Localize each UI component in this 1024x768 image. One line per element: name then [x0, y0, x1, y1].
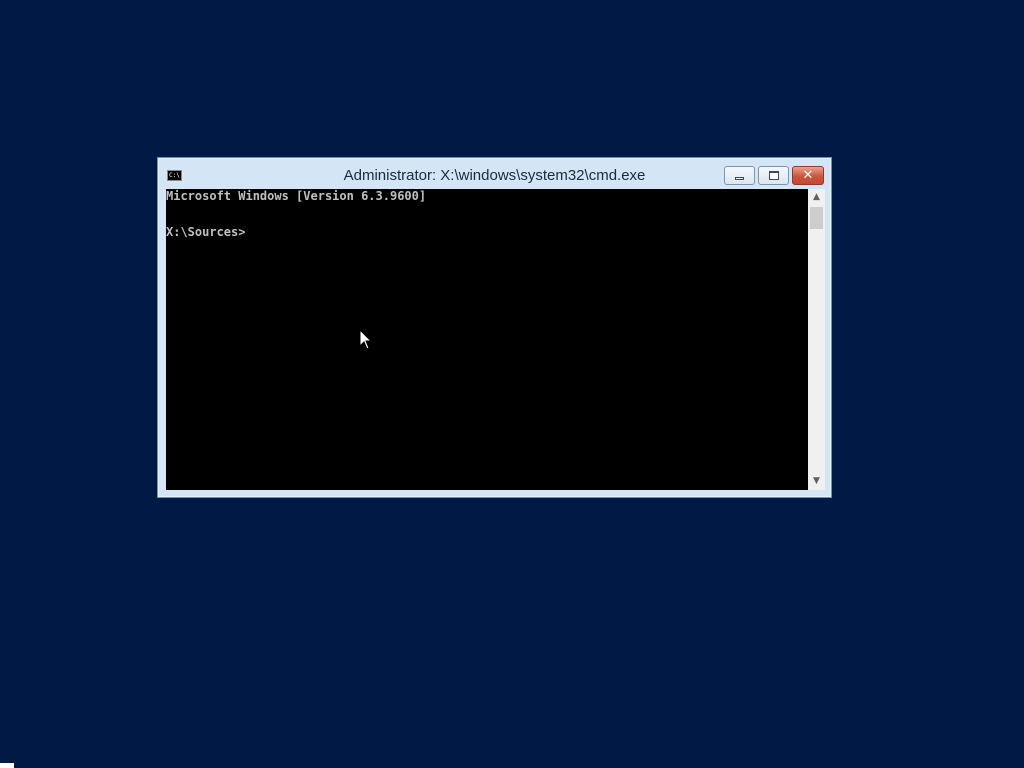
console-prompt[interactable]: X:\Sources> [166, 225, 245, 239]
scroll-up-arrow-icon[interactable]: ▲ [808, 189, 825, 206]
maximize-icon [769, 171, 779, 180]
minimize-icon [735, 177, 744, 180]
close-button[interactable]: ✕ [792, 166, 824, 185]
corner-mark [0, 763, 14, 768]
scroll-down-arrow-icon[interactable]: ▼ [808, 473, 825, 490]
scroll-thumb[interactable] [810, 207, 823, 229]
minimize-button[interactable] [724, 166, 755, 185]
close-icon: ✕ [802, 168, 814, 183]
console-line-version: Microsoft Windows [Version 6.3.9600] [166, 189, 427, 203]
title-bar[interactable]: C:\ Administrator: X:\windows\system32\c… [158, 158, 831, 188]
maximize-button[interactable] [758, 166, 789, 185]
vertical-scrollbar[interactable]: ▲ ▼ [808, 189, 825, 490]
console-output[interactable]: Microsoft Windows [Version 6.3.9600] X:\… [166, 189, 808, 490]
cmd-window[interactable]: C:\ Administrator: X:\windows\system32\c… [157, 157, 832, 498]
mouse-pointer-icon [359, 329, 372, 350]
